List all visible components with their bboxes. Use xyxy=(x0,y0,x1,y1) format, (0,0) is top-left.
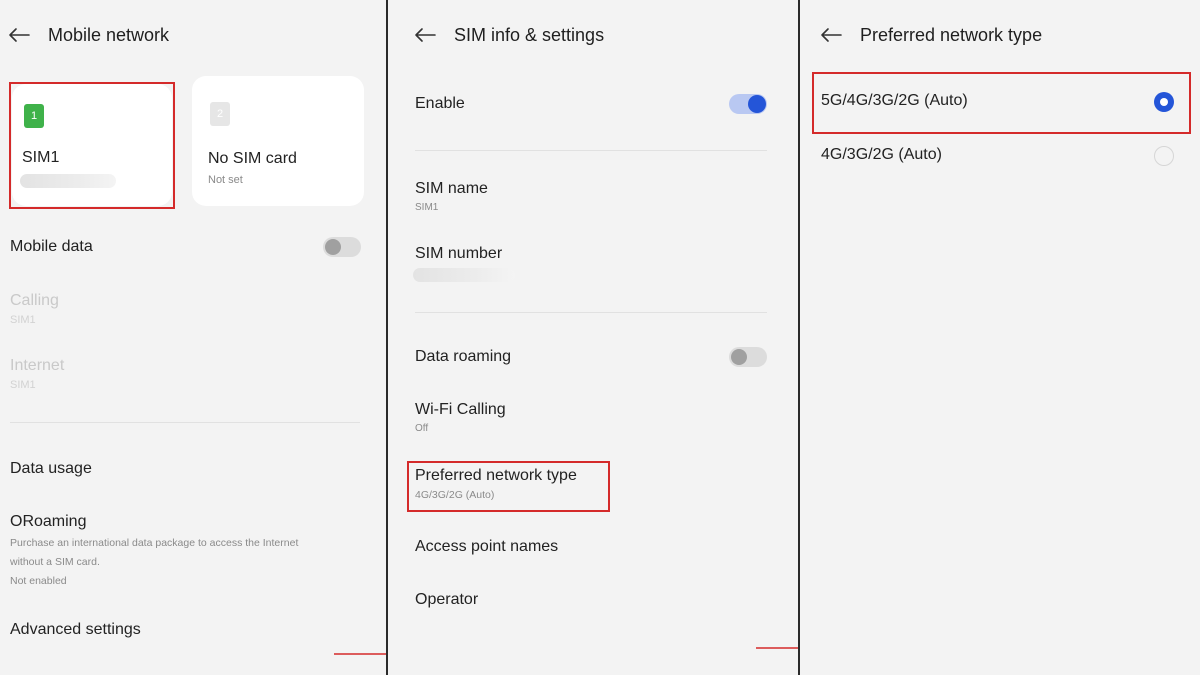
wifi-calling-label: Wi-Fi Calling xyxy=(415,401,506,418)
sim2-card[interactable]: 2 No SIM card Not set xyxy=(192,76,364,206)
highlight-box-sim1 xyxy=(9,82,175,209)
sim2-slot-icon: 2 xyxy=(210,102,230,126)
wifi-calling-item[interactable]: Wi-Fi Calling Off xyxy=(415,401,506,434)
wifi-calling-value: Off xyxy=(415,423,429,434)
radio-unselected-icon[interactable] xyxy=(1154,146,1174,166)
header: SIM info & settings xyxy=(414,22,604,48)
header: Mobile network xyxy=(8,22,169,48)
internet-label: Internet xyxy=(10,357,65,374)
page-title: Preferred network type xyxy=(860,24,1043,45)
enable-label: Enable xyxy=(415,95,465,112)
header: Preferred network type xyxy=(820,22,1042,48)
oroaming-desc-line1: Purchase an international data package t… xyxy=(10,537,299,549)
option-label: 4G/3G/2G (Auto) xyxy=(821,146,942,163)
data-roaming-toggle[interactable] xyxy=(729,347,767,367)
calling-label: Calling xyxy=(10,292,59,309)
advanced-settings-item[interactable]: Advanced settings xyxy=(10,621,141,639)
sim-name-value: SIM1 xyxy=(415,202,439,213)
operator-item[interactable]: Operator xyxy=(415,591,478,609)
mobile-network-screen: Mobile network 1 SIM1 2 No SIM card Not … xyxy=(0,0,422,675)
sim2-status: Not set xyxy=(208,174,243,186)
calling-value: SIM1 xyxy=(10,314,36,326)
back-arrow-icon[interactable] xyxy=(8,27,30,43)
highlight-box-5g-option xyxy=(812,72,1191,134)
data-roaming-label: Data roaming xyxy=(415,348,512,365)
sim-name-label: SIM name xyxy=(415,180,488,197)
divider xyxy=(415,150,767,151)
sim-info-screen: SIM info & settings Enable SIM name SIM1… xyxy=(388,0,840,675)
calling-row: Calling SIM1 xyxy=(10,292,59,326)
oroaming-label: ORoaming xyxy=(10,513,87,530)
internet-value: SIM1 xyxy=(10,379,36,391)
sim-number-redacted xyxy=(413,268,515,282)
network-option-4g[interactable]: 4G/3G/2G (Auto) xyxy=(800,138,1200,174)
sim2-label: No SIM card xyxy=(208,150,297,167)
sim-name-item[interactable]: SIM name SIM1 xyxy=(415,180,488,213)
preferred-network-type-screen: Preferred network type 5G/4G/3G/2G (Auto… xyxy=(800,0,1200,675)
access-point-names-item[interactable]: Access point names xyxy=(415,538,558,556)
sim-number-label: SIM number xyxy=(415,245,503,262)
mobile-data-label: Mobile data xyxy=(10,238,93,255)
back-arrow-icon[interactable] xyxy=(820,27,842,43)
oroaming-item[interactable]: ORoaming Purchase an international data … xyxy=(10,513,298,587)
internet-row: Internet SIM1 xyxy=(10,357,64,391)
divider xyxy=(10,422,360,423)
oroaming-desc-line2: without a SIM card. xyxy=(10,556,100,568)
oroaming-status: Not enabled xyxy=(10,575,67,587)
highlight-box-preferred-network xyxy=(407,461,610,512)
enable-toggle[interactable] xyxy=(729,94,767,114)
page-title: SIM info & settings xyxy=(454,24,605,45)
back-arrow-icon[interactable] xyxy=(414,27,436,43)
data-usage-item[interactable]: Data usage xyxy=(10,460,92,478)
page-title: Mobile network xyxy=(48,24,170,45)
mobile-data-toggle[interactable] xyxy=(323,237,361,257)
divider xyxy=(415,312,767,313)
